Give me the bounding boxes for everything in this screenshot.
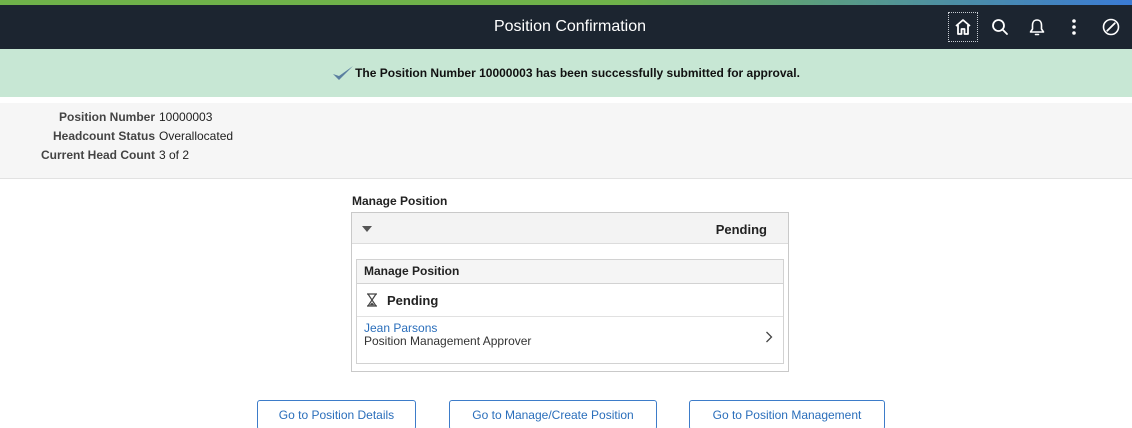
position-summary-panel: Position Number 10000003 Headcount Statu… xyxy=(0,103,1132,179)
approver-role: Position Management Approver xyxy=(364,334,532,348)
search-button[interactable] xyxy=(985,12,1015,42)
actions-menu-button[interactable] xyxy=(1059,12,1089,42)
bell-icon xyxy=(1029,19,1045,36)
approval-card-toggle[interactable]: Pending xyxy=(352,213,788,244)
go-to-position-details-button[interactable]: Go to Position Details xyxy=(257,400,416,428)
chevron-right-icon xyxy=(766,331,773,343)
summary-label: Position Number xyxy=(58,110,155,124)
go-to-manage-create-position-button[interactable]: Go to Manage/Create Position xyxy=(449,400,657,428)
summary-value: 3 of 2 xyxy=(159,148,190,162)
summary-row-headcount-status: Headcount Status Overallocated xyxy=(0,129,233,145)
approval-step-status-row: Pending xyxy=(357,284,783,317)
notifications-button[interactable] xyxy=(1022,12,1052,42)
approval-card: Pending Manage Position Pending Jean Par… xyxy=(351,212,789,372)
summary-row-position-number: Position Number 10000003 xyxy=(0,110,212,126)
more-vertical-icon xyxy=(1072,19,1076,35)
navbar-button[interactable] xyxy=(1096,12,1126,42)
approver-row[interactable]: Jean Parsons Position Management Approve… xyxy=(357,317,783,363)
home-button[interactable] xyxy=(948,12,978,42)
summary-label: Current Head Count xyxy=(41,148,155,162)
approval-status: Pending xyxy=(715,222,767,237)
collapse-triangle-icon xyxy=(362,226,372,232)
hourglass-icon xyxy=(367,293,377,307)
summary-row-current-head-count: Current Head Count 3 of 2 xyxy=(0,148,189,164)
checkmark-icon xyxy=(333,66,354,80)
search-icon xyxy=(992,19,1008,35)
approval-section-heading: Manage Position xyxy=(352,194,448,208)
top-banner: Position Confirmation xyxy=(0,5,1132,49)
confirmation-message: The Position Number 10000003 has been su… xyxy=(355,66,800,80)
summary-label: Headcount Status xyxy=(52,129,155,143)
navbar-compass-icon xyxy=(1102,18,1120,36)
approval-step: Manage Position Pending Jean Parsons Pos… xyxy=(356,259,784,364)
summary-value: Overallocated xyxy=(159,129,234,143)
header-toolbar xyxy=(941,12,1126,42)
confirmation-message-bar: The Position Number 10000003 has been su… xyxy=(0,49,1132,97)
go-to-position-management-button[interactable]: Go to Position Management xyxy=(689,400,885,428)
summary-value: 10000003 xyxy=(159,110,213,124)
approval-step-status: Pending xyxy=(387,292,439,308)
approval-step-title: Manage Position xyxy=(357,260,783,284)
home-icon xyxy=(955,19,971,35)
